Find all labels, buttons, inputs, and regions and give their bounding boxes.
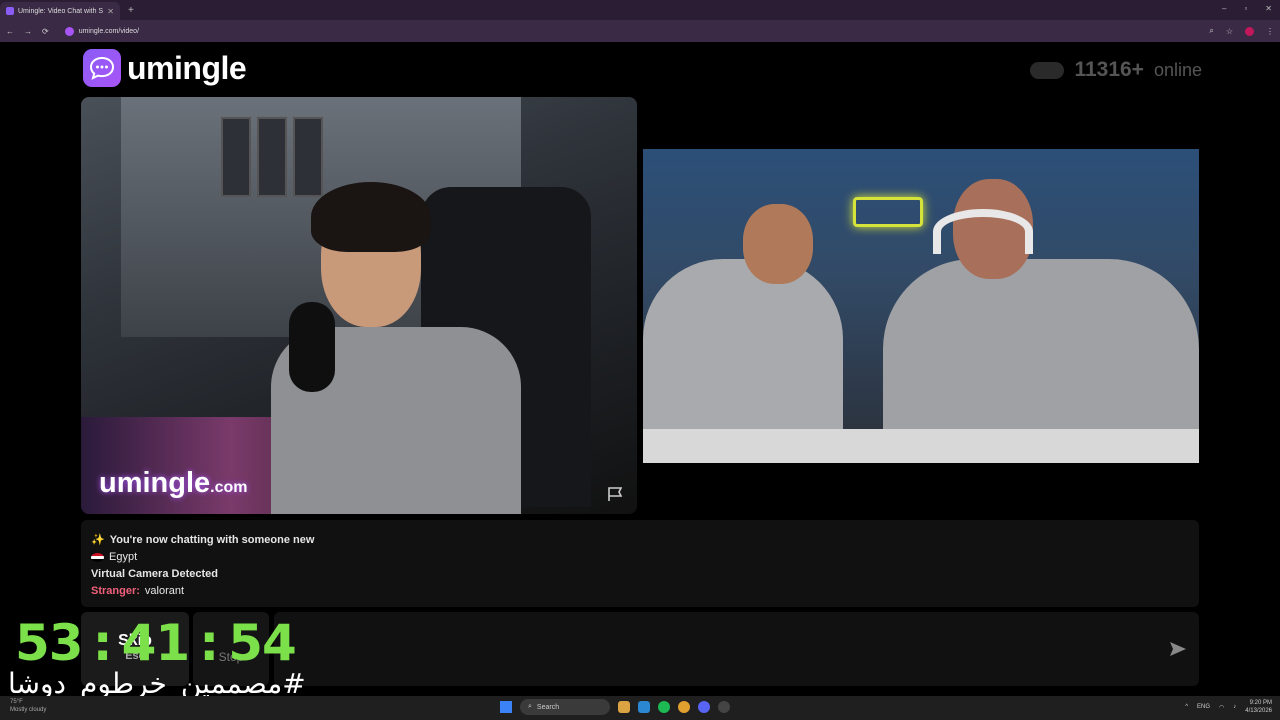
new-tab-button[interactable]: + [128,5,134,16]
country-line: Egypt [91,549,1189,566]
search-icon: ⌕ [528,703,532,710]
tray-chevron-icon[interactable]: ^ [1185,704,1188,710]
message-input[interactable] [274,612,1199,686]
clock[interactable]: 9:20 PM 4/13/2026 [1245,699,1272,715]
chat-bubble-icon [83,49,121,87]
sparkle-icon: ✨ [91,534,105,546]
online-label: online [1153,59,1202,80]
spotify-icon[interactable] [658,701,670,713]
chat-message: Stranger: valorant [91,583,1189,600]
egypt-flag-icon [91,553,104,562]
steam-icon[interactable] [718,701,730,713]
reload-icon[interactable]: ⟳ [42,27,49,36]
online-count: 11316+ [1074,58,1144,81]
window-controls: – ▫ ✕ [1222,4,1272,13]
forward-arrow-icon[interactable]: → [24,27,32,36]
chrome-icon[interactable] [678,701,690,713]
stranger-message: valorant [144,585,185,597]
minimize-button[interactable]: – [1222,4,1226,13]
edge-icon[interactable] [638,701,650,713]
windows-taskbar: 75°F Mostly cloudy ⌕ Search ^ ENG ◠ ♪ 9:… [0,696,1280,720]
language-indicator[interactable]: ENG [1197,704,1210,710]
taskbar-search[interactable]: ⌕ Search [520,699,610,715]
send-icon[interactable] [1169,641,1187,657]
stranger-video [643,149,1199,463]
camera-warning: Virtual Camera Detected [91,568,218,580]
profile-avatar[interactable] [1245,26,1254,36]
online-status: 11316+ online [1030,58,1202,82]
browser-toolbar: ← → ⟳ umingle.com/video/ ⌕ ☆ ⋮ [0,20,1280,42]
weather-widget[interactable]: 75°F Mostly cloudy [10,698,46,714]
tab-title: Umingle: Video Chat with S [18,7,104,15]
zoom-icon[interactable]: ⌕ [1209,26,1213,36]
chat-log: ✨ You're now chatting with someone new E… [81,520,1199,607]
theme-toggle[interactable] [1030,61,1065,79]
bookmark-star-icon[interactable]: ☆ [1226,27,1233,36]
address-bar[interactable]: umingle.com/video/ [64,26,140,36]
country-name: Egypt [109,551,138,563]
volume-icon[interactable]: ♪ [1233,704,1236,710]
connected-message: ✨ You're now chatting with someone new [91,532,1189,549]
browser-menu-icon[interactable]: ⋮ [1266,27,1274,36]
start-button[interactable] [500,701,512,713]
back-arrow-icon[interactable]: ← [6,27,14,36]
browser-tab[interactable]: Umingle: Video Chat with S ✕ [0,2,120,20]
file-explorer-icon[interactable] [618,701,630,713]
tab-close-icon[interactable]: ✕ [107,7,114,16]
logo-text: umingle [127,49,247,86]
report-flag-icon[interactable] [607,486,625,502]
site-info-icon[interactable] [64,26,74,36]
self-video: umingle.com [81,97,637,514]
discord-icon[interactable] [698,701,710,713]
umingle-favicon-icon [6,7,14,15]
wifi-icon[interactable]: ◠ [1219,704,1224,711]
stranger-label: Stranger: [91,585,140,597]
url-text: umingle.com/video/ [78,27,140,35]
close-window-button[interactable]: ✕ [1265,4,1272,13]
browser-tabbar: Umingle: Video Chat with S ✕ + – ▫ ✕ [0,0,1280,20]
timer-overlay: 53 : 41 : 54 [15,614,297,672]
umingle-watermark: umingle.com [99,467,248,499]
maximize-button[interactable]: ▫ [1244,4,1247,13]
umingle-logo[interactable]: umingle [83,49,247,87]
